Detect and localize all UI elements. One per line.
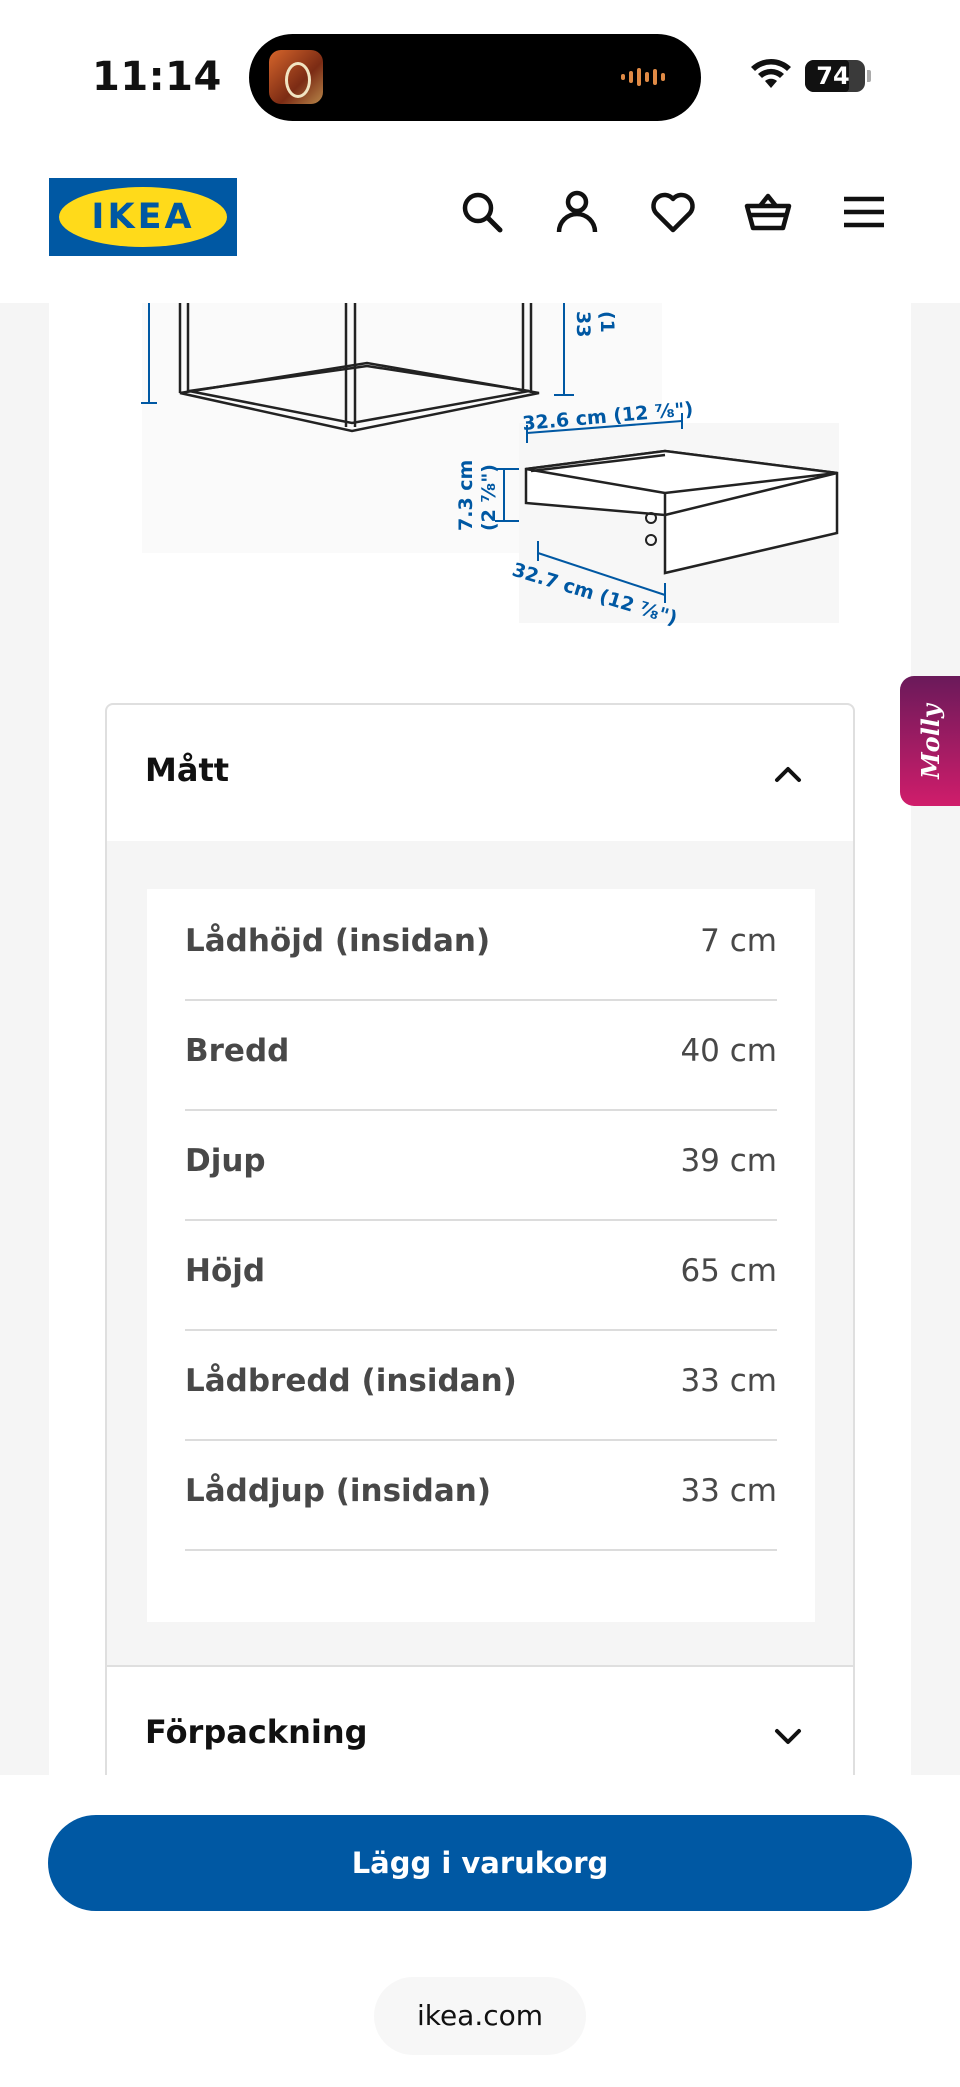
wifi-icon [751, 59, 791, 88]
dimension-drawing: 33 (1 32.6 cm (12 ⁷⁄₈") 7.3 cm (2 ⁷⁄₈") … [141, 303, 839, 630]
audio-waveform-icon [621, 66, 665, 88]
dynamic-island[interactable] [249, 34, 701, 121]
chevron-down-icon[interactable] [771, 1719, 805, 1753]
now-playing-artwork-icon[interactable] [269, 50, 323, 104]
dimension-label: Låddjup (insidan) [185, 1473, 492, 1509]
logo-text: IKEA [91, 197, 195, 237]
dimension-row: Djup 39 cm [185, 1109, 777, 1221]
account-icon[interactable] [553, 188, 601, 236]
dimension-value: 7 cm [700, 923, 777, 959]
dimension-row: Höjd 65 cm [185, 1219, 777, 1331]
dimension-label: Höjd [185, 1253, 266, 1289]
status-bar: 11:14 74 [0, 0, 960, 150]
heart-icon[interactable] [649, 188, 697, 236]
dimensions-accordion-body: Lådhöjd (insidan) 7 cm Bredd 40 cm Djup … [107, 841, 853, 1665]
dimension-value: 33 cm [680, 1473, 777, 1509]
dimensions-title: Mått [145, 751, 230, 789]
dimensions-accordion-header[interactable]: Mått [107, 705, 853, 841]
molly-label: Molly [915, 703, 945, 779]
dimension-label: Djup [185, 1143, 266, 1179]
page-background-right [911, 303, 960, 1775]
dimension-value: 40 cm [680, 1033, 777, 1069]
molly-label-wrap: Molly [900, 676, 960, 806]
dimension-value: 33 cm [680, 1363, 777, 1399]
dimensions-table: Lådhöjd (insidan) 7 cm Bredd 40 cm Djup … [147, 889, 815, 1622]
dimension-value: 65 cm [680, 1253, 777, 1289]
battery-cap [867, 70, 871, 82]
ikea-logo[interactable]: IKEA [49, 178, 237, 256]
dimension-label: Bredd [185, 1033, 290, 1069]
dimension-value: 39 cm [680, 1143, 777, 1179]
dimension-row: Lådhöjd (insidan) 7 cm [185, 889, 777, 1001]
dimensions-accordion: Mått Lådhöjd (insidan) 7 cm Bredd 40 cm … [105, 703, 855, 1775]
dimension-label: Lådhöjd (insidan) [185, 923, 491, 959]
status-time: 11:14 [92, 54, 222, 100]
battery-icon: 74 [805, 60, 865, 92]
packaging-accordion-header[interactable]: Förpackning [107, 1665, 853, 1775]
dimension-row: Bredd 40 cm [185, 999, 777, 1111]
chevron-up-icon[interactable] [771, 757, 805, 791]
page-background-left [0, 303, 49, 1775]
search-icon[interactable] [458, 188, 506, 236]
menu-icon[interactable] [840, 188, 888, 236]
molly-chat-tab[interactable]: Molly [900, 676, 960, 806]
height-label-partial: 33 [572, 311, 594, 337]
add-to-cart-button[interactable]: Lägg i varukorg [48, 1815, 912, 1911]
dimension-label: Lådbredd (insidan) [185, 1363, 517, 1399]
packaging-title: Förpackning [145, 1713, 368, 1751]
bottom-bar: Lägg i varukorg ikea.com [0, 1775, 960, 2087]
browser-url-pill[interactable]: ikea.com [374, 1977, 586, 2055]
dimension-row: Lådbredd (insidan) 33 cm [185, 1329, 777, 1441]
drawer-height-inch: (2 ⁷⁄₈") [478, 464, 500, 531]
product-content: 33 (1 32.6 cm (12 ⁷⁄₈") 7.3 cm (2 ⁷⁄₈") … [49, 303, 911, 1775]
battery-percent: 74 [816, 62, 850, 90]
drawer-height-cm: 7.3 cm [455, 460, 477, 531]
dimension-row: Låddjup (insidan) 33 cm [185, 1439, 777, 1551]
site-header: IKEA [0, 150, 960, 303]
basket-icon[interactable] [744, 188, 792, 236]
height-label-partial-inch: (1 [596, 311, 618, 333]
